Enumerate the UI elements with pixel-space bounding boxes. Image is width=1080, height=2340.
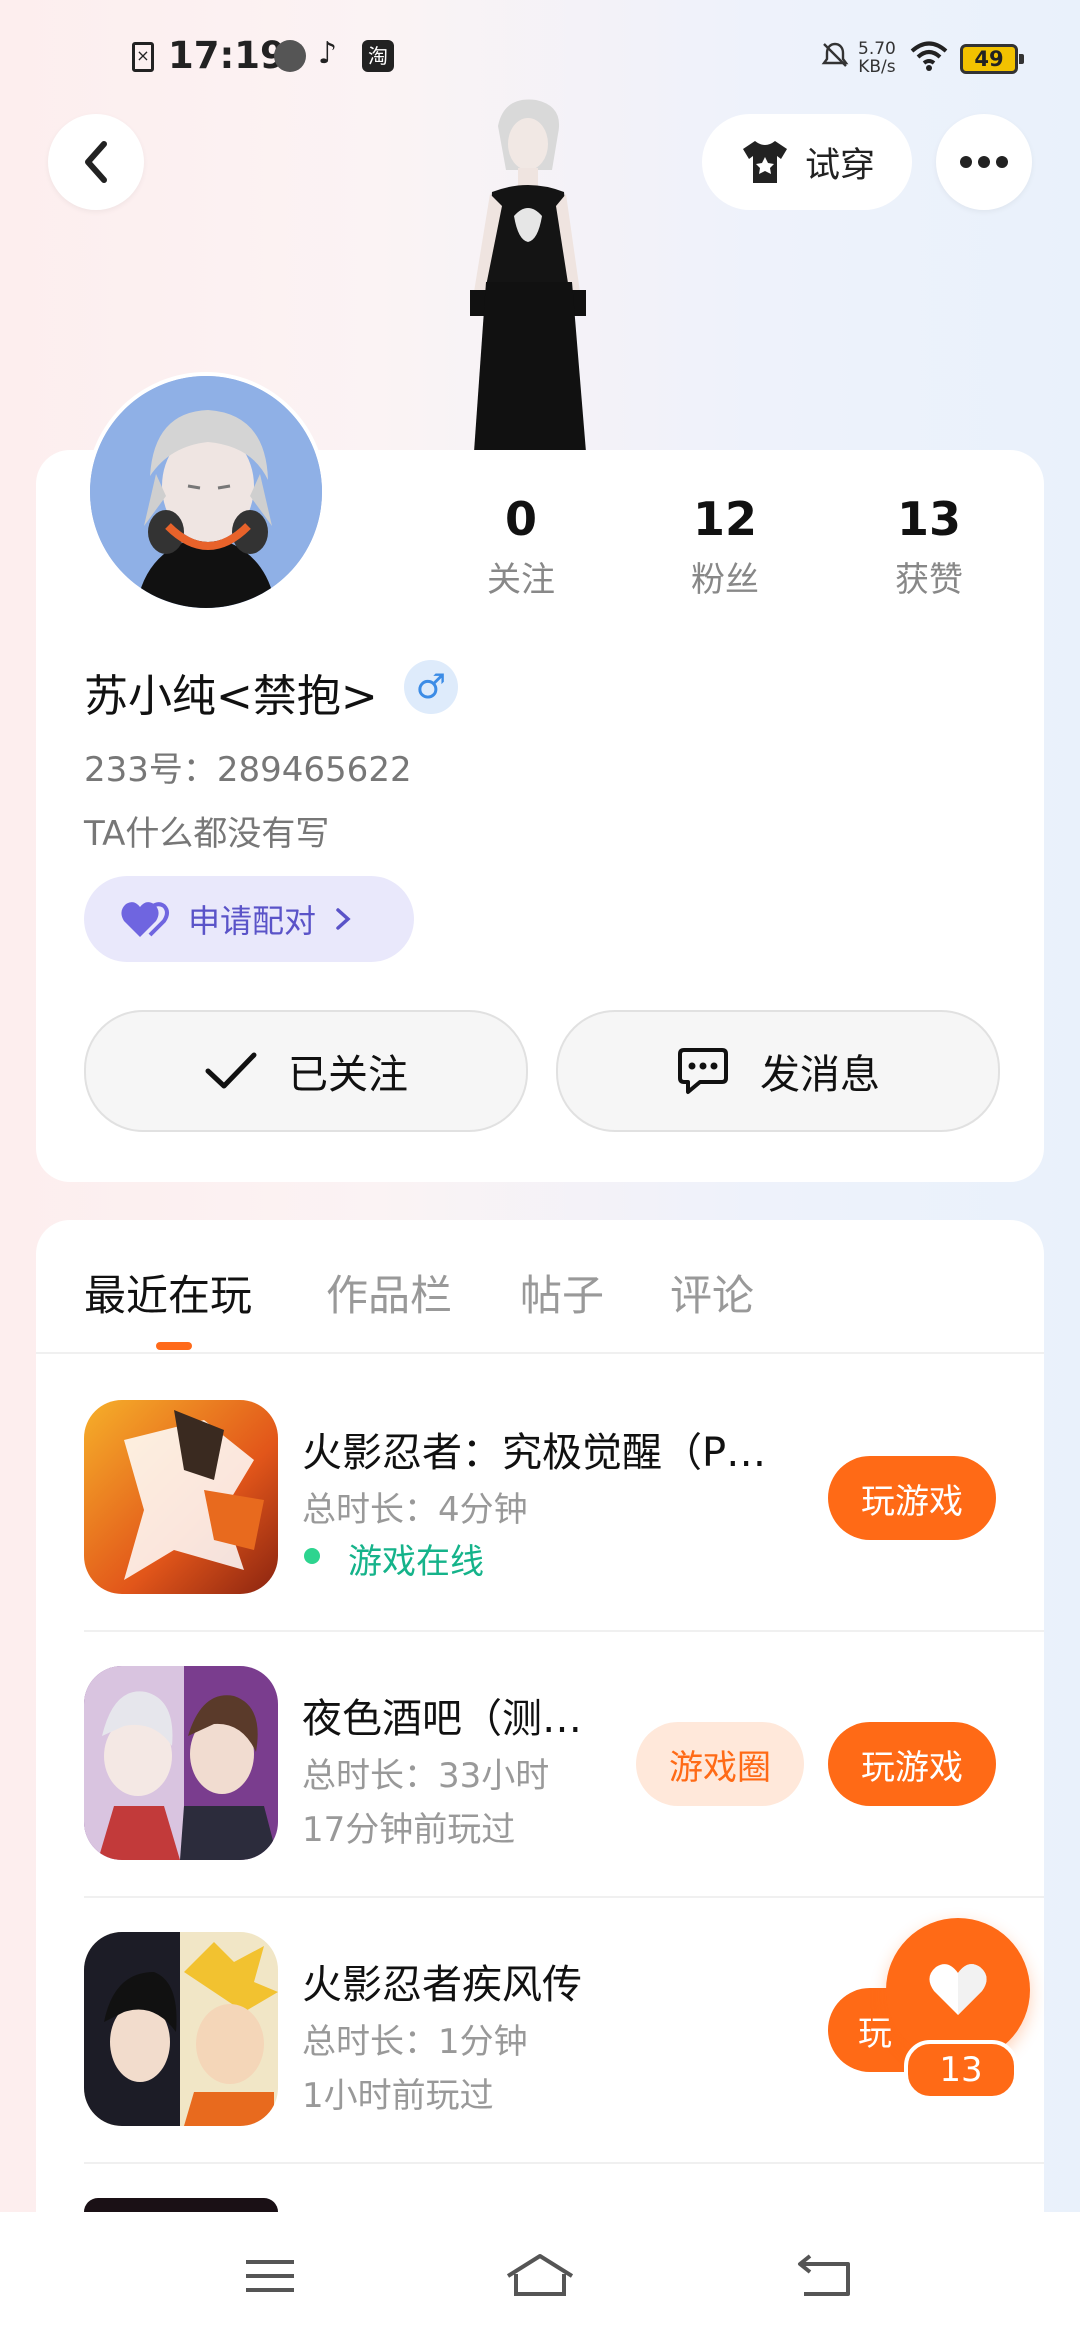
user-bio: TA什么都没有写	[84, 814, 330, 854]
net-speed-unit: KB/s	[858, 57, 896, 77]
game-title: 火影忍者疾风传	[302, 1962, 582, 2008]
tab-posts[interactable]: 帖子	[520, 1262, 604, 1323]
game-status: 1小时前玩过	[302, 2076, 494, 2116]
heart-icon	[929, 1964, 987, 2015]
home-icon	[506, 2254, 574, 2296]
tab-divider	[36, 1352, 1044, 1354]
character-figure	[440, 96, 610, 452]
stat-fans[interactable]: 12 粉丝	[650, 492, 800, 601]
play-game-button[interactable]: 玩游戏	[828, 1722, 996, 1806]
game-icon-partial	[84, 2198, 278, 2212]
back-nav-button[interactable]	[776, 2246, 872, 2306]
online-dot-icon	[304, 1548, 320, 1564]
followed-label: 已关注	[288, 1052, 408, 1098]
game-icon	[84, 1400, 278, 1594]
home-button[interactable]	[492, 2246, 588, 2306]
chevron-right-icon	[336, 908, 351, 930]
row-divider	[84, 1630, 1044, 1632]
row-divider	[84, 1896, 1044, 1898]
tshirt-icon	[742, 141, 787, 183]
back-nav-icon	[798, 2254, 850, 2296]
list-item[interactable]: 火影忍者：究极觉醒（P… 总时长：4分钟 游戏在线 玩游戏	[84, 1400, 1044, 1594]
back-icon	[85, 141, 107, 183]
check-icon	[205, 1052, 257, 1089]
wifi-icon	[910, 40, 948, 76]
request-pair-button[interactable]: 申请配对	[84, 876, 414, 962]
game-duration: 总时长：33小时	[302, 1756, 550, 1796]
game-status: 游戏在线	[348, 1542, 484, 1582]
more-button[interactable]	[936, 114, 1032, 210]
try-on-label: 试穿	[804, 145, 875, 186]
game-circle-button[interactable]: 游戏圈	[636, 1722, 804, 1806]
game-title: 火影忍者：究极觉醒（P…	[302, 1430, 767, 1476]
game-duration: 总时长：1分钟	[302, 2022, 528, 2062]
stat-value: 0	[504, 492, 537, 546]
game-icon	[84, 1932, 278, 2126]
system-nav-bar	[0, 2212, 1080, 2340]
user-name: 苏小纯<禁抱>	[84, 671, 378, 722]
sim-icon: ×	[132, 42, 154, 72]
list-item[interactable]: 夜色酒吧（测… 总时长：33小时 17分钟前玩过 游戏圈 玩游戏	[84, 1666, 1044, 1860]
tiktok-icon: ♪	[318, 36, 338, 71]
stat-label: 关注	[487, 560, 555, 600]
taobao-icon: 淘	[362, 40, 394, 72]
net-speed: 5.70 KB/s	[858, 40, 896, 76]
avatar[interactable]	[86, 372, 326, 612]
male-icon: ♂	[404, 660, 458, 714]
game-status: 17分钟前玩过	[302, 1810, 516, 1850]
audio-app-icon	[274, 40, 306, 72]
status-time: 17:19	[168, 34, 286, 77]
tab-indicator	[156, 1342, 192, 1350]
send-message-button[interactable]: 发消息	[556, 1010, 1000, 1132]
game-title: 夜色酒吧（测…	[302, 1696, 582, 1742]
request-pair-label: 申请配对	[188, 902, 317, 940]
chat-icon	[678, 1048, 728, 1094]
tab-recently-played[interactable]: 最近在玩	[84, 1262, 252, 1323]
followed-button[interactable]: 已关注	[84, 1010, 528, 1132]
status-bar: × 17:19 ♪ 淘 5.70 KB/s 49	[0, 0, 1080, 110]
row-divider	[84, 2162, 1044, 2164]
stat-label: 获赞	[895, 560, 963, 600]
mute-icon	[820, 40, 850, 70]
back-button[interactable]	[48, 114, 144, 210]
try-on-button[interactable]: 试穿	[702, 114, 912, 210]
tab-comments[interactable]: 评论	[670, 1262, 754, 1323]
stat-value: 13	[896, 492, 961, 546]
send-message-label: 发消息	[760, 1052, 880, 1098]
heart-pair-icon	[121, 902, 169, 937]
stat-following[interactable]: 0 关注	[446, 492, 596, 601]
more-icon	[960, 156, 1008, 168]
net-speed-value: 5.70	[858, 39, 896, 59]
game-duration: 总时长：4分钟	[302, 1490, 528, 1530]
like-count-badge: 13	[904, 2040, 1018, 2100]
recent-apps-button[interactable]	[222, 2246, 318, 2306]
stat-label: 粉丝	[691, 560, 759, 600]
menu-icon	[246, 2260, 294, 2292]
battery-indicator: 49	[960, 44, 1024, 74]
stat-value: 12	[692, 492, 757, 546]
user-id[interactable]: 233号：289465622	[84, 742, 412, 791]
game-icon	[84, 1666, 278, 1860]
stat-likes[interactable]: 13 获赞	[854, 492, 1004, 601]
tab-works[interactable]: 作品栏	[326, 1262, 452, 1323]
play-game-button[interactable]: 玩游戏	[828, 1456, 996, 1540]
